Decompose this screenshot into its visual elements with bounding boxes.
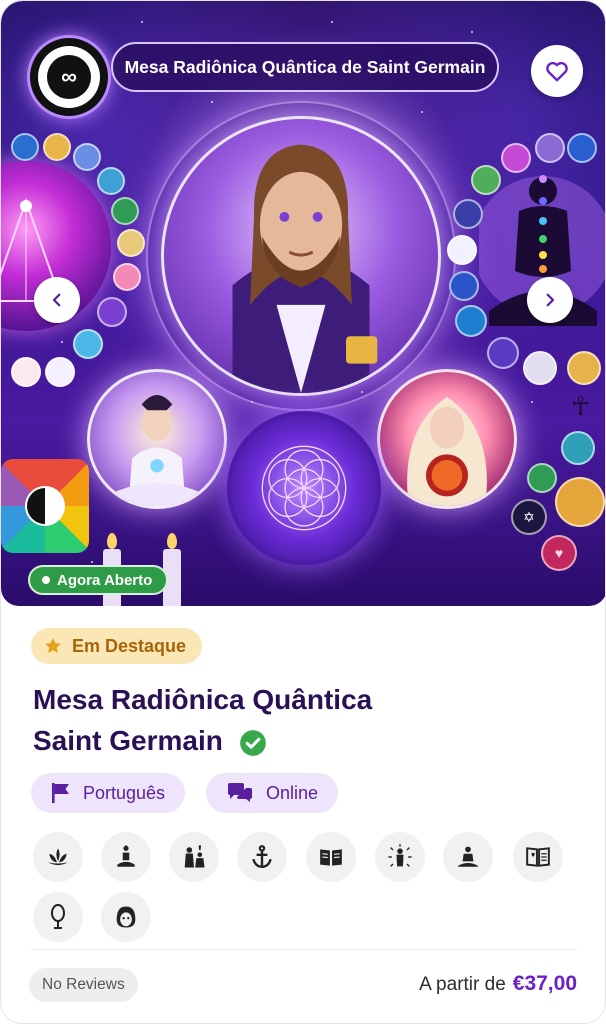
language-tag[interactable]: Português [31, 773, 186, 813]
symbol-orb [97, 167, 125, 195]
symbol-orb [113, 263, 141, 291]
symbol-orb [111, 197, 139, 225]
star [91, 561, 93, 563]
chat-bubbles-icon [228, 783, 252, 802]
symbol-orb [535, 133, 565, 163]
star [141, 21, 143, 23]
mirror-icon[interactable] [33, 892, 83, 942]
candle-flame [107, 533, 117, 549]
symbol-orb [487, 337, 519, 369]
price: A partir de €37,00 [419, 972, 577, 996]
star [61, 341, 63, 343]
symbol-orb [455, 305, 487, 337]
star [531, 401, 533, 403]
listing-title-line1: Mesa Radiônica Quântica [33, 684, 373, 715]
open-book-icon[interactable] [306, 832, 356, 882]
yoga-pose-icon[interactable] [443, 832, 493, 882]
price-prefix: A partir de [419, 974, 506, 995]
next-image-button[interactable] [527, 277, 573, 323]
meditation-figure-icon[interactable] [101, 832, 151, 882]
star [211, 101, 213, 103]
status-dot [42, 576, 50, 584]
symbol-orb [449, 271, 479, 301]
bagua-disc [1, 459, 89, 553]
favorite-button[interactable] [531, 45, 583, 97]
verified-icon [239, 729, 266, 756]
symbol-orb [447, 235, 477, 265]
symbol-orb [567, 133, 597, 163]
symbol-orb [471, 165, 501, 195]
symbol-orb [555, 477, 605, 527]
saint-germain-portrait [161, 116, 441, 396]
flower-of-life-disc [227, 411, 381, 565]
provider-logo[interactable]: ∞ [27, 35, 111, 119]
listing-card[interactable]: ✡ ♥ ☥ ∞ Mesa Radiônica Quântica de Saint… [0, 0, 606, 1024]
status-badge: Agora Aberto [28, 565, 169, 595]
chevron-left-icon [52, 293, 61, 307]
symbol-orb [523, 351, 557, 385]
featured-badge: Em Destaque [31, 628, 203, 664]
symbol-orb [501, 143, 531, 173]
symbol-orb: ✡ [511, 499, 547, 535]
ankh-icon: ☥ [571, 391, 591, 421]
session-mode-tag[interactable]: Online [206, 773, 339, 813]
lotus-icon[interactable] [33, 832, 83, 882]
symbol-orb: ♥ [541, 535, 577, 571]
symbol-orb [43, 133, 71, 161]
star [331, 21, 333, 23]
candle-flame [167, 533, 177, 549]
star [421, 111, 423, 113]
featured-label: Em Destaque [72, 635, 187, 656]
star [471, 31, 473, 33]
language-label: Português [83, 782, 166, 803]
symbol-orb [73, 143, 101, 171]
symbol-orb [561, 431, 595, 465]
listing-title-line2: Saint Germain [33, 725, 223, 756]
symbol-orb [453, 199, 483, 229]
listing-title[interactable]: Mesa Radiônica Quântica Saint Germain [33, 679, 503, 761]
hero-image[interactable]: ✡ ♥ ☥ ∞ Mesa Radiônica Quântica de Saint… [1, 1, 605, 606]
reviews-badge[interactable]: No Reviews [29, 968, 138, 1002]
anchor-icon[interactable] [237, 832, 287, 882]
symbol-orb [117, 229, 145, 257]
symbol-orb [45, 357, 75, 387]
radiant-figure-icon[interactable] [375, 832, 425, 882]
symbol-orb [527, 463, 557, 493]
symbol-orb [567, 351, 601, 385]
heart-book-icon[interactable] [513, 832, 563, 882]
star-icon [45, 638, 61, 653]
hero-title: Mesa Radiônica Quântica de Saint Germain [111, 42, 499, 92]
tarot-reader-icon[interactable] [101, 892, 151, 942]
symbol-orb [97, 297, 127, 327]
status-label: Agora Aberto [57, 571, 153, 589]
flag-icon [52, 783, 69, 803]
logo-ring: ∞ [38, 46, 100, 108]
previous-image-button[interactable] [34, 277, 80, 323]
symbol-orb [73, 329, 103, 359]
price-amount: €37,00 [512, 972, 577, 995]
quan-yin-portrait [87, 369, 227, 509]
divider [31, 949, 577, 950]
heart-icon [546, 61, 568, 82]
session-mode-label: Online [266, 782, 319, 803]
angel-portrait [377, 369, 517, 509]
priest-icon[interactable] [169, 832, 219, 882]
chevron-right-icon [546, 293, 555, 307]
symbol-orb [11, 357, 41, 387]
infinity-logo-icon: ∞ [47, 55, 91, 99]
symbol-orb [11, 133, 39, 161]
